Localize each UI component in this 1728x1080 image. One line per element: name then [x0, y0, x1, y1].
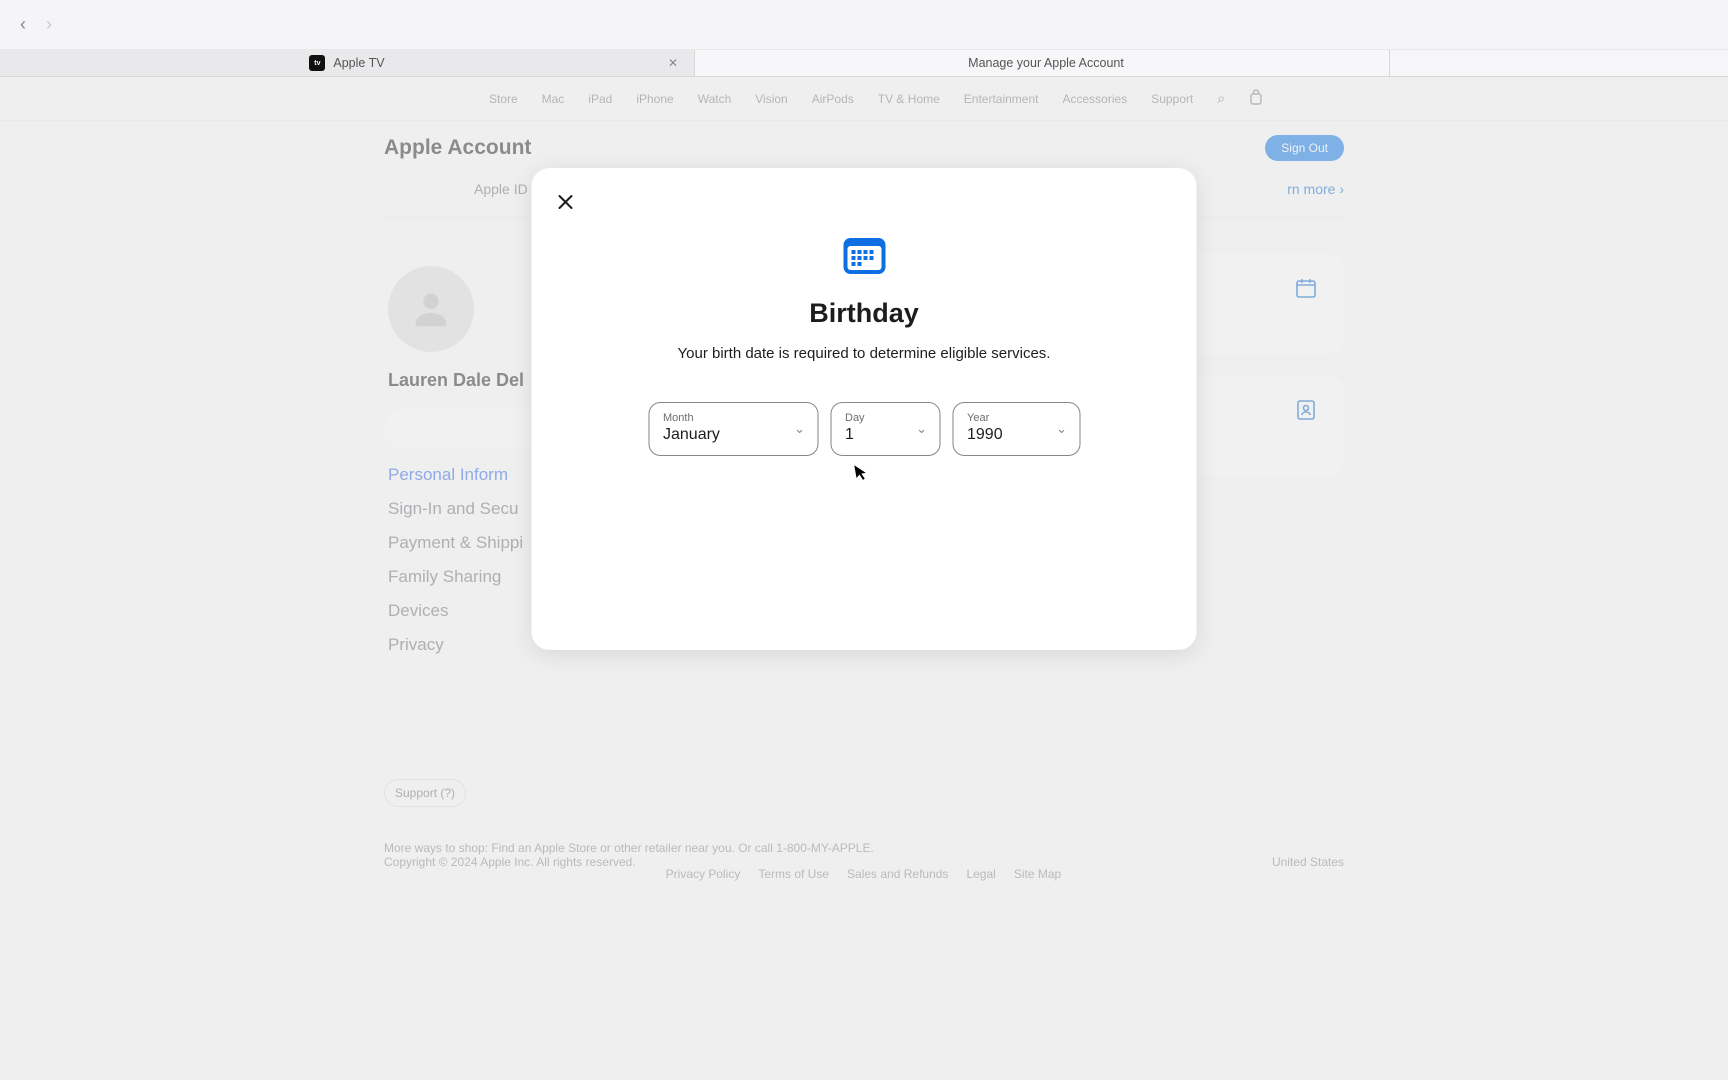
- chevron-down-icon: ⌄: [1056, 421, 1067, 437]
- footer-country[interactable]: United States: [1272, 855, 1344, 881]
- sign-out-button[interactable]: Sign Out: [1265, 135, 1344, 161]
- nav-vision[interactable]: Vision: [755, 92, 787, 106]
- chevron-down-icon: ⌄: [794, 421, 805, 437]
- nav-tvhome[interactable]: TV & Home: [878, 92, 940, 106]
- day-select[interactable]: Day 1 ⌄: [830, 402, 940, 456]
- back-button[interactable]: ‹: [20, 14, 26, 35]
- month-select[interactable]: Month January ⌄: [648, 402, 818, 456]
- footer-link-legal[interactable]: Legal: [966, 867, 995, 881]
- chevron-down-icon: ⌄: [916, 421, 927, 437]
- search-icon[interactable]: ⌕: [1217, 90, 1225, 107]
- tab-label: Apple TV: [333, 56, 384, 70]
- nav-ipad[interactable]: iPad: [588, 92, 612, 106]
- nav-iphone[interactable]: iPhone: [636, 92, 673, 106]
- browser-toolbar: ‹ ›: [0, 0, 1728, 50]
- footer-link-privacy[interactable]: Privacy Policy: [666, 867, 741, 881]
- tab-bar: tv Apple TV ✕ Manage your Apple Account: [0, 50, 1728, 77]
- modal-subtitle: Your birth date is required to determine…: [678, 345, 1051, 362]
- calendar-icon: [1294, 276, 1318, 300]
- banner-prefix: Apple ID: [474, 181, 528, 197]
- footer-support[interactable]: Support (?): [384, 779, 466, 807]
- year-label: Year: [967, 412, 1043, 425]
- nav-airpods[interactable]: AirPods: [812, 92, 854, 106]
- tab-manage-account[interactable]: Manage your Apple Account: [695, 50, 1390, 76]
- footer-link-terms[interactable]: Terms of Use: [758, 867, 829, 881]
- nav-mac[interactable]: Mac: [542, 92, 565, 106]
- year-value: 1990: [967, 425, 1043, 446]
- tab-label: Manage your Apple Account: [968, 56, 1124, 70]
- tab-apple-tv[interactable]: tv Apple TV ✕: [0, 50, 695, 76]
- modal-title: Birthday: [809, 298, 919, 329]
- nav-watch[interactable]: Watch: [698, 92, 732, 106]
- footer-link-sales[interactable]: Sales and Refunds: [847, 867, 948, 881]
- page-title: Apple Account: [384, 136, 531, 160]
- bag-icon[interactable]: [1249, 89, 1263, 108]
- nav-accessories[interactable]: Accessories: [1063, 92, 1128, 106]
- avatar[interactable]: [388, 266, 474, 352]
- global-nav: Store Mac iPad iPhone Watch Vision AirPo…: [0, 77, 1728, 121]
- apple-tv-icon: tv: [309, 55, 325, 71]
- account-header: Apple Account Sign Out: [384, 121, 1344, 175]
- footer-link-sitemap[interactable]: Site Map: [1014, 867, 1061, 881]
- nav-entertainment[interactable]: Entertainment: [964, 92, 1039, 106]
- forward-button[interactable]: ›: [46, 14, 52, 35]
- day-value: 1: [845, 425, 903, 446]
- id-icon: [1294, 398, 1318, 422]
- month-label: Month: [663, 412, 781, 425]
- day-label: Day: [845, 412, 903, 425]
- footer: Support (?) More ways to shop: Find an A…: [384, 659, 1344, 881]
- calendar-icon: [841, 232, 887, 276]
- footer-copyright: Copyright © 2024 Apple Inc. All rights r…: [384, 855, 636, 881]
- close-tab-button[interactable]: ✕: [668, 56, 678, 70]
- footer-more: More ways to shop: Find an Apple Store o…: [384, 841, 1344, 855]
- year-select[interactable]: Year 1990 ⌄: [952, 402, 1080, 456]
- nav-support[interactable]: Support: [1151, 92, 1193, 106]
- close-modal-button[interactable]: [554, 190, 578, 214]
- month-value: January: [663, 425, 781, 446]
- nav-store[interactable]: Store: [489, 92, 518, 106]
- birthday-modal: Birthday Your birth date is required to …: [532, 168, 1197, 650]
- learn-more-link[interactable]: rn more ›: [1287, 181, 1344, 197]
